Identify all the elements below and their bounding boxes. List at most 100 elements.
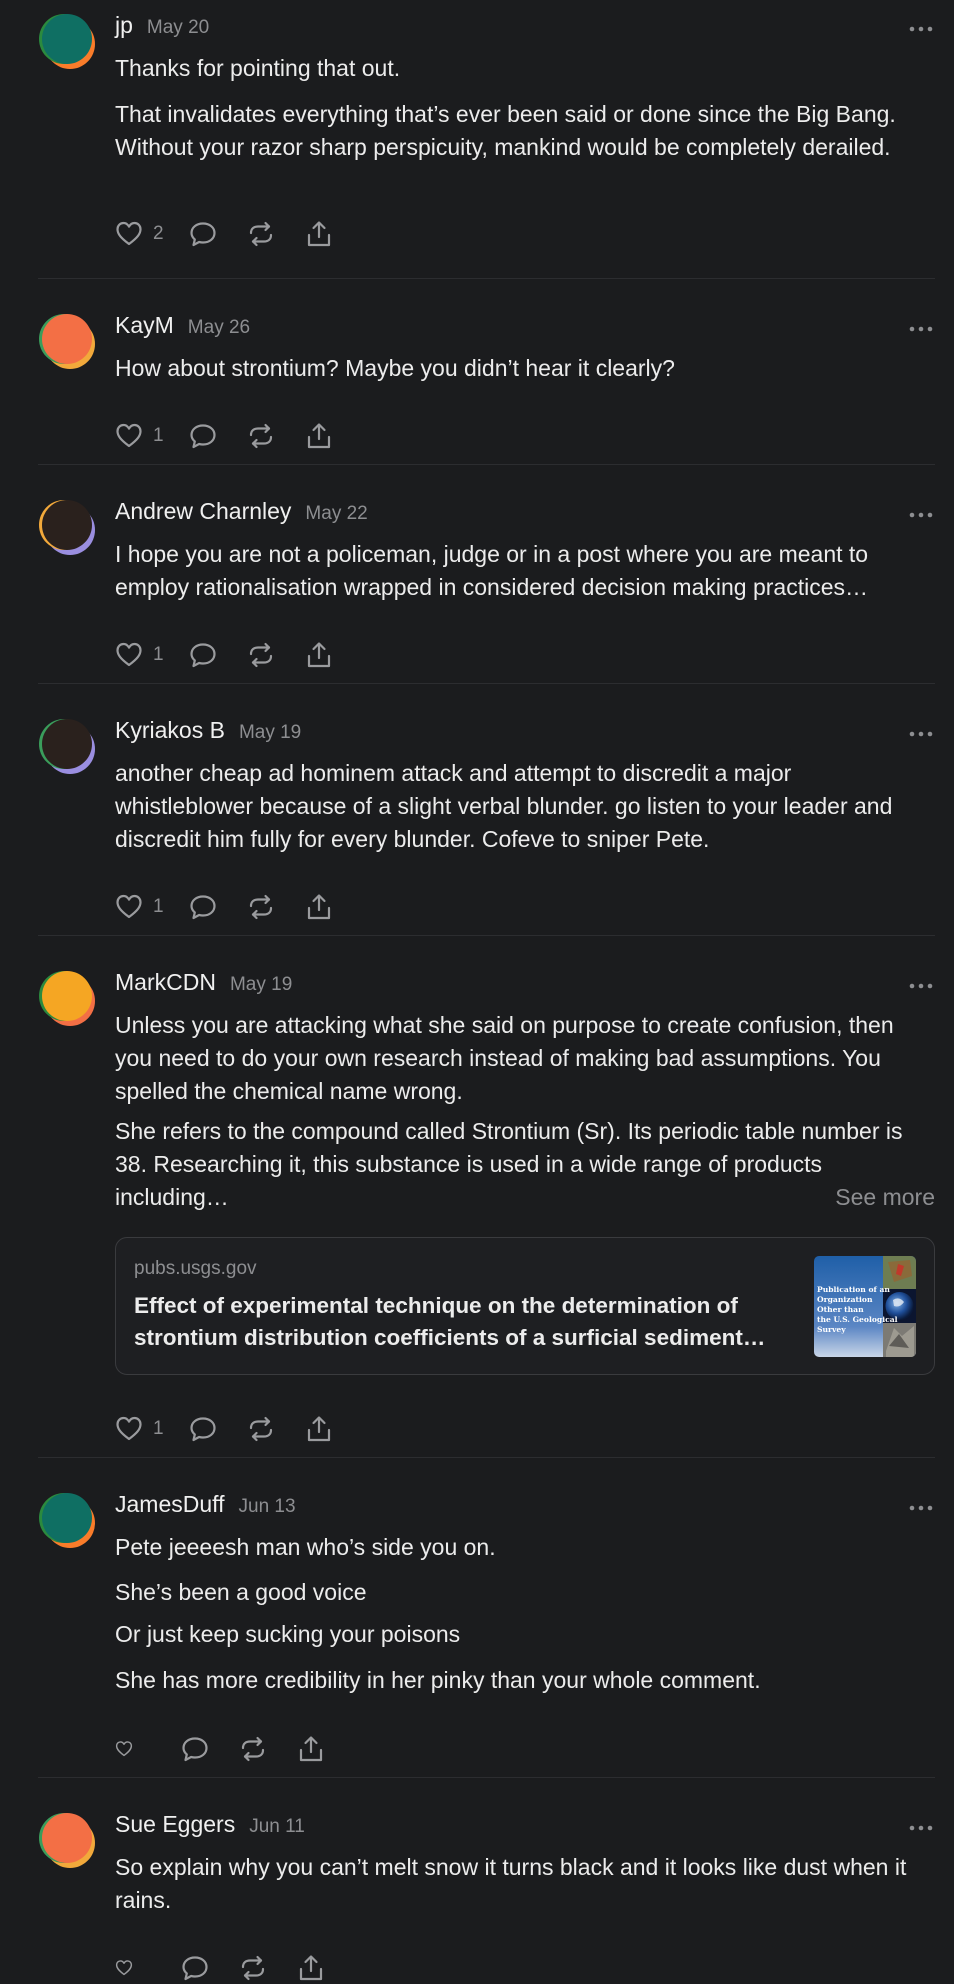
- comment-text: I hope you are not a policeman, judge or…: [115, 541, 869, 600]
- restack-button[interactable]: [239, 1952, 267, 1984]
- restack-button[interactable]: [247, 639, 275, 671]
- share-button[interactable]: [305, 1413, 333, 1445]
- restack-button[interactable]: [247, 420, 275, 452]
- comment-item: KayM May 26 How about strontium? Maybe you…: [38, 279, 935, 465]
- comment-date: Jun 13: [238, 1496, 296, 1517]
- comment-header: MarkCDN May 19: [115, 969, 292, 1001]
- comment-text: Pete jeeeesh man who’s side you on.: [115, 1534, 496, 1560]
- author-name[interactable]: Sue Eggers: [115, 1811, 235, 1838]
- link-thumbnail: Publication of an Organization Other than t…: [814, 1256, 916, 1357]
- more-options-icon[interactable]: [909, 324, 933, 334]
- avatar[interactable]: [38, 1810, 96, 1868]
- share-button-graphic: [299, 1736, 323, 1762]
- more-options-icon[interactable]: [909, 729, 933, 739]
- comment-actions: [115, 1733, 325, 1765]
- share-button-graphic: [307, 894, 331, 920]
- share-button[interactable]: [297, 1952, 325, 1984]
- more-options-icon[interactable]: [909, 1503, 933, 1513]
- avatar[interactable]: [38, 716, 96, 774]
- restack-button-graphic: [249, 1416, 273, 1442]
- share-button[interactable]: [305, 891, 333, 923]
- share-button[interactable]: [305, 218, 333, 250]
- comment-actions: 2: [115, 218, 333, 250]
- like-button[interactable]: [115, 1952, 153, 1984]
- svg-text:Publication of an: Publication of an: [817, 1285, 890, 1294]
- reply-button[interactable]: [189, 218, 217, 250]
- more-options-icon[interactable]: [909, 24, 933, 34]
- share-button[interactable]: [297, 1733, 325, 1765]
- comment-header: JamesDuff Jun 13: [115, 1491, 296, 1523]
- like-count: 1: [153, 1418, 164, 1439]
- more-options-icon[interactable]: [909, 981, 933, 991]
- avatar[interactable]: [38, 497, 96, 555]
- reply-button[interactable]: [189, 420, 217, 452]
- avatar-graphic: [39, 14, 95, 69]
- like-count: 1: [153, 644, 164, 665]
- link-preview-card[interactable]: pubs.usgs.gov Effect of experimental tech…: [115, 1237, 935, 1375]
- avatar[interactable]: [38, 1490, 96, 1548]
- like-button[interactable]: 1: [115, 420, 175, 452]
- restack-button[interactable]: [239, 1733, 267, 1765]
- avatar-graphic: [39, 1493, 95, 1548]
- restack-button[interactable]: [247, 218, 275, 250]
- heart-icon: [116, 221, 142, 246]
- comment-feed: jp May 20 Thanks for pointing that out. Tha…: [0, 0, 954, 1984]
- restack-button[interactable]: [247, 1413, 275, 1445]
- author-name[interactable]: Kyriakos B: [115, 717, 225, 744]
- like-button[interactable]: 1: [115, 891, 175, 923]
- like-count: 2: [153, 223, 164, 244]
- comment-actions: 1: [115, 1413, 333, 1445]
- restack-button-graphic: [241, 1736, 265, 1762]
- comment-actions: 1: [115, 639, 333, 671]
- comment-text: She refers to the compound called Stront…: [115, 1118, 903, 1210]
- svg-text:Survey: Survey: [817, 1325, 846, 1334]
- comment-date: Jun 11: [249, 1816, 305, 1837]
- see-more-link[interactable]: See more: [835, 1181, 935, 1214]
- reply-button[interactable]: [181, 1733, 209, 1765]
- heart-icon: [116, 642, 142, 667]
- author-name[interactable]: KayM: [115, 312, 174, 339]
- like-button[interactable]: 2: [115, 218, 175, 250]
- reply-button-graphic: [190, 1417, 216, 1442]
- avatar-graphic: [39, 1813, 95, 1868]
- like-count: 1: [153, 425, 164, 446]
- reply-button-graphic: [190, 424, 216, 449]
- comment-text: She’s been a good voice: [115, 1579, 367, 1605]
- comment-item: Andrew Charnley May 22 I hope you are not …: [38, 465, 935, 684]
- like-button[interactable]: 1: [115, 639, 175, 671]
- avatar-graphic: [39, 314, 95, 369]
- reply-button[interactable]: [189, 639, 217, 671]
- reply-button[interactable]: [189, 891, 217, 923]
- heart-icon: [116, 423, 142, 448]
- more-options-icon[interactable]: [909, 1823, 933, 1833]
- comment-text: Or just keep sucking your poisons: [115, 1621, 461, 1647]
- comment-actions: 1: [115, 891, 333, 923]
- like-button[interactable]: [115, 1733, 153, 1765]
- author-name[interactable]: JamesDuff: [115, 1491, 225, 1518]
- share-button[interactable]: [305, 420, 333, 452]
- comment-header: Andrew Charnley May 22: [115, 498, 368, 530]
- comment-item: Sue Eggers Jun 11 So explain why you can’t…: [38, 1778, 935, 1984]
- comment-actions: [115, 1952, 325, 1984]
- restack-button[interactable]: [247, 891, 275, 923]
- more-options-icon[interactable]: [909, 510, 933, 520]
- author-name[interactable]: Andrew Charnley: [115, 498, 291, 525]
- reply-button[interactable]: [181, 1952, 209, 1984]
- like-button[interactable]: 1: [115, 1413, 175, 1445]
- share-button[interactable]: [305, 639, 333, 671]
- avatar[interactable]: [38, 968, 96, 1026]
- comment-item: MarkCDN May 19 Unless you are attacking wh…: [38, 936, 935, 1458]
- restack-button-graphic: [249, 894, 273, 920]
- author-name[interactable]: jp: [115, 12, 133, 39]
- avatar[interactable]: [38, 311, 96, 369]
- comment-date: May 20: [146, 17, 210, 38]
- author-name[interactable]: MarkCDN: [115, 969, 216, 996]
- avatar[interactable]: [38, 11, 96, 69]
- share-button-graphic: [299, 1955, 323, 1981]
- heart-icon: [116, 1416, 142, 1441]
- comment-actions: 1: [115, 420, 333, 452]
- comment-date: May 26: [187, 317, 251, 338]
- reply-button[interactable]: [189, 1413, 217, 1445]
- heart-icon: [115, 1960, 133, 1976]
- comment-text: That invalidates everything that’s ever …: [115, 101, 896, 160]
